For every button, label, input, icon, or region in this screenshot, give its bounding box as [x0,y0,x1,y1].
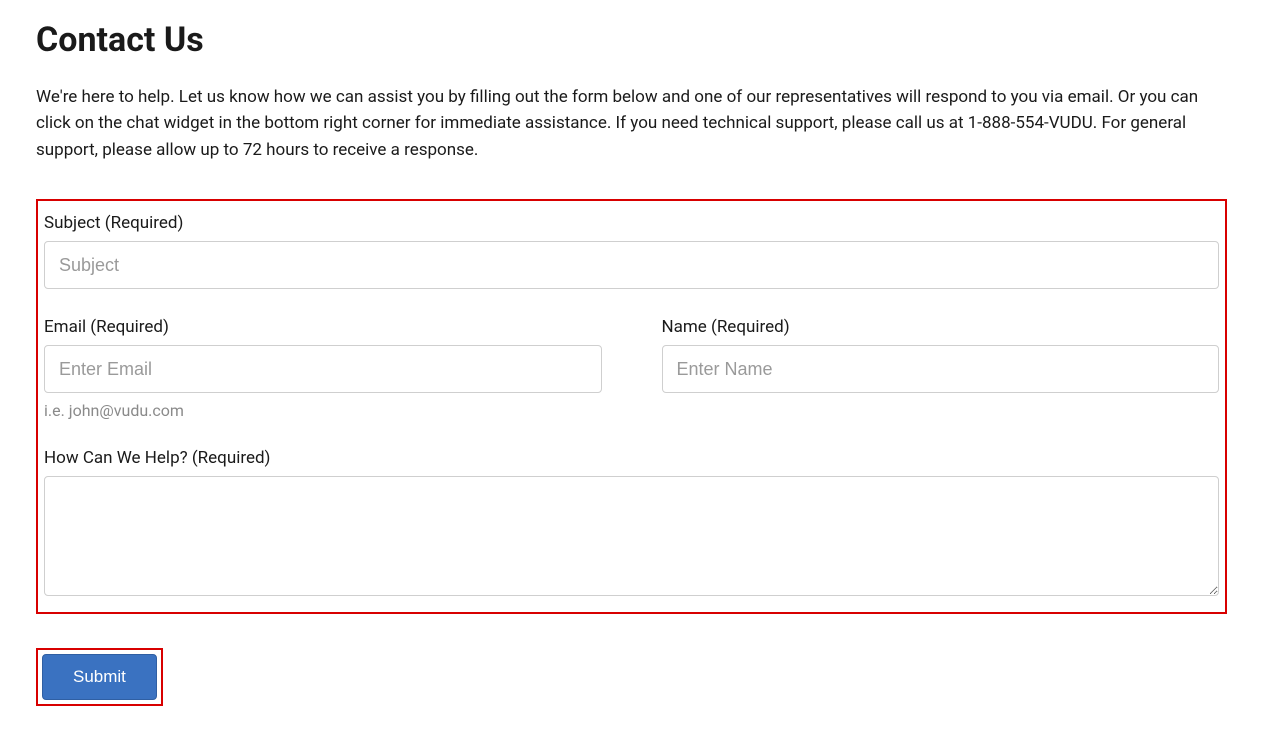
page-title: Contact Us [36,20,1227,60]
email-label: Email (Required) [44,317,602,337]
subject-input[interactable] [44,241,1219,289]
email-input[interactable] [44,345,602,393]
name-label: Name (Required) [662,317,1220,337]
message-field-group: How Can We Help? (Required) [44,448,1219,600]
name-field-group: Name (Required) [662,317,1220,420]
email-name-row: Email (Required) i.e. john@vudu.com Name… [44,317,1219,420]
subject-field-group: Subject (Required) [44,213,1219,289]
email-help-text: i.e. john@vudu.com [44,401,602,420]
submit-highlight-box: Submit [36,648,163,706]
message-textarea[interactable] [44,476,1219,596]
submit-button[interactable]: Submit [42,654,157,700]
message-label: How Can We Help? (Required) [44,448,1219,468]
subject-label: Subject (Required) [44,213,1219,233]
intro-text: We're here to help. Let us know how we c… [36,84,1227,163]
name-input[interactable] [662,345,1220,393]
email-field-group: Email (Required) i.e. john@vudu.com [44,317,602,420]
contact-form: Subject (Required) Email (Required) i.e.… [36,199,1227,614]
